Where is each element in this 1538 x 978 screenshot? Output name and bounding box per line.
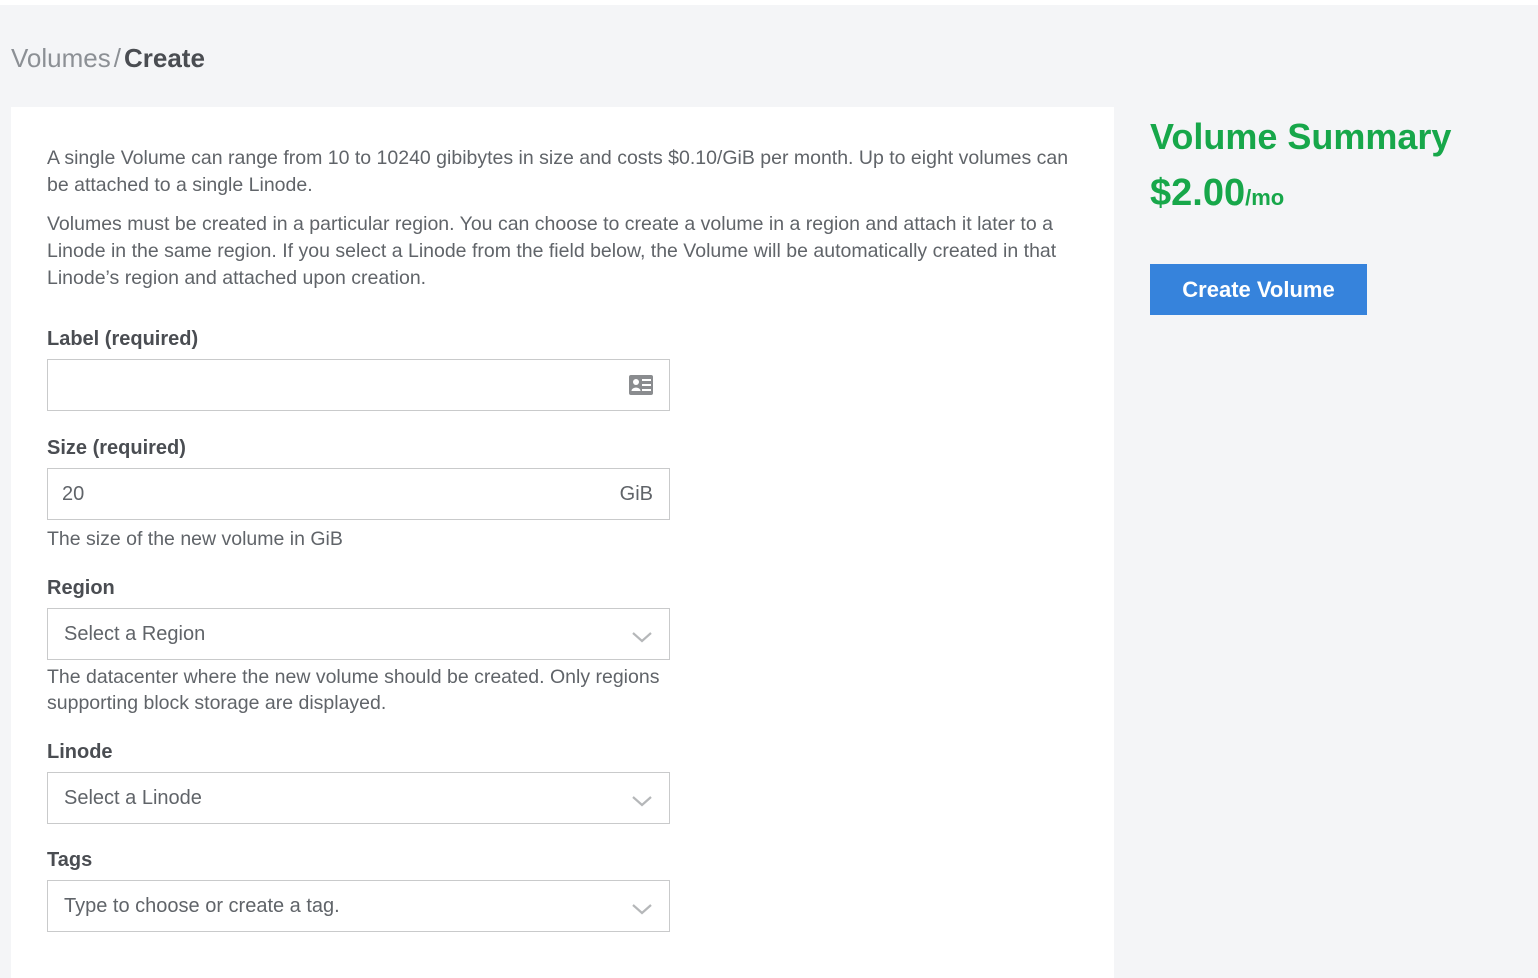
tags-field-label: Tags [47, 849, 93, 871]
summary-title: Volume Summary [1150, 116, 1452, 157]
tags-select[interactable]: Type to choose or create a tag. [47, 880, 670, 932]
breadcrumb-volumes-link[interactable]: Volumes [11, 43, 111, 73]
region-select-placeholder: Select a Region [64, 622, 206, 645]
size-input-value[interactable]: 20 [62, 483, 620, 506]
intro-text: A single Volume can range from 10 to 102… [47, 145, 1087, 292]
label-field-label: Label (required) [47, 328, 199, 350]
page-background: Volumes / Create A single Volume can range… [0, 5, 1538, 978]
chevron-down-icon[interactable] [631, 791, 653, 807]
chevron-down-icon[interactable] [631, 899, 653, 915]
volume-summary: Volume Summary $2.00/mo [1150, 115, 1451, 220]
chevron-down-icon[interactable] [631, 627, 653, 643]
create-volume-form-card: A single Volume can range from 10 to 102… [11, 107, 1114, 978]
price-unit: /mo [1245, 185, 1285, 210]
region-field-label: Region [47, 577, 115, 599]
size-field-label: Size (required) [47, 437, 186, 459]
intro-paragraph-region: Volumes must be created in a particular … [47, 213, 1057, 289]
linode-select-placeholder: Select a Linode [64, 786, 202, 809]
create-volume-button[interactable]: Create Volume [1150, 264, 1367, 315]
breadcrumb-separator: / [113, 43, 121, 73]
region-select[interactable]: Select a Region [47, 608, 670, 660]
summary-price: $2.00/mo [1150, 171, 1451, 220]
id-card-icon [629, 375, 653, 395]
size-helper-text: The size of the new volume in GiB [47, 528, 343, 550]
size-input[interactable]: 20 GiB [47, 468, 670, 520]
intro-paragraph-size: A single Volume can range from 10 to 102… [47, 147, 1069, 196]
breadcrumb-current: Create [123, 43, 205, 73]
breadcrumb: Volumes / Create [11, 41, 205, 75]
region-helper-text: The datacenter where the new volume shou… [47, 666, 660, 714]
price-amount: $2.00 [1150, 172, 1246, 214]
tags-select-placeholder: Type to choose or create a tag. [64, 894, 340, 917]
linode-field-label: Linode [47, 741, 113, 763]
size-unit-suffix: GiB [619, 482, 653, 505]
label-input[interactable] [47, 359, 670, 411]
linode-select[interactable]: Select a Linode [47, 772, 670, 824]
